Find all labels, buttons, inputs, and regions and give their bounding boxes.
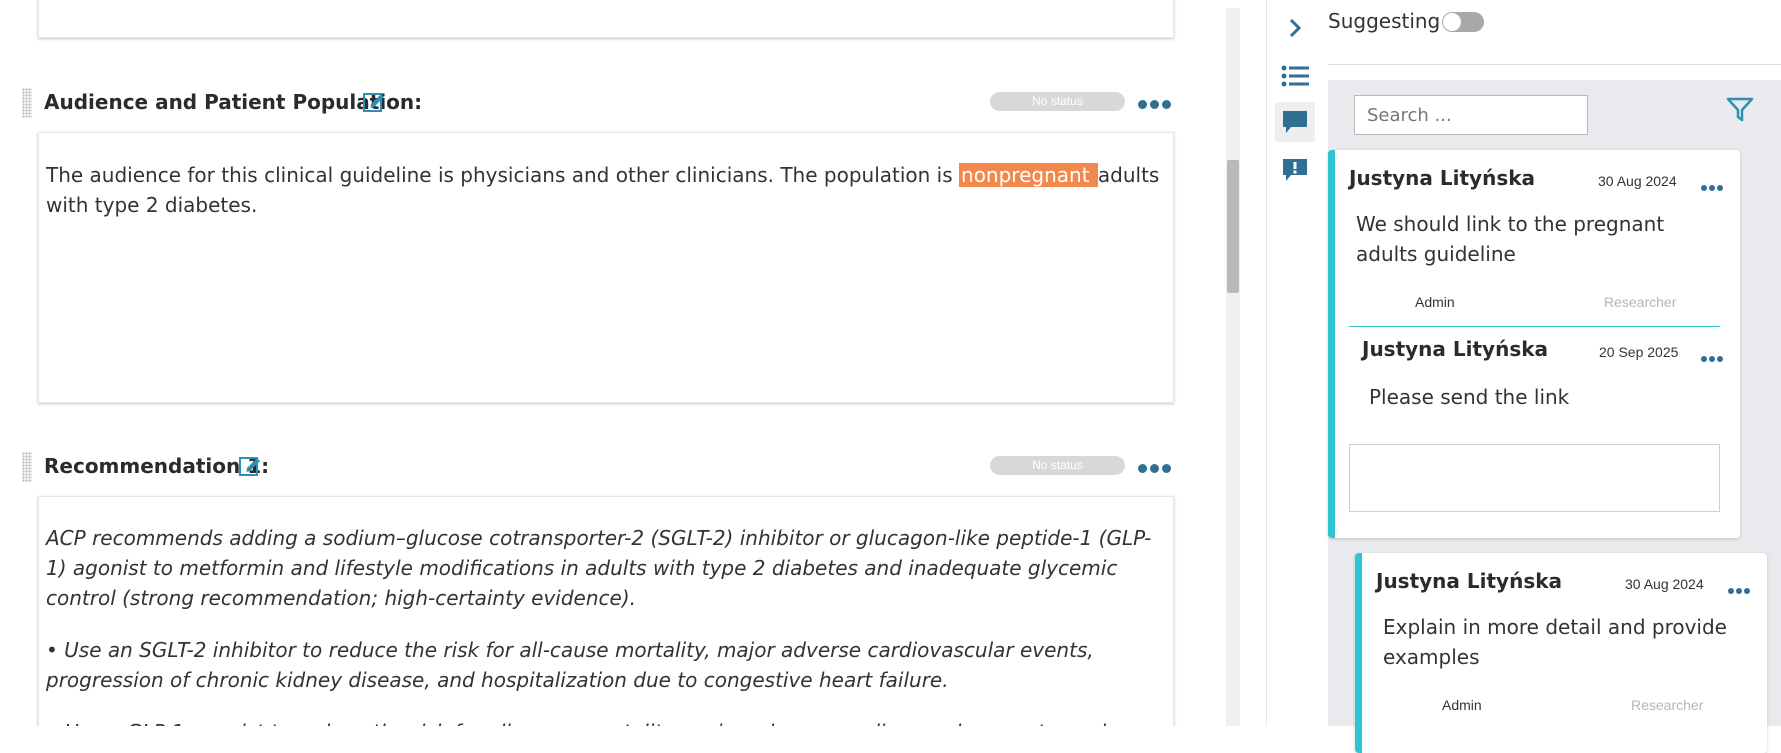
side-rail xyxy=(1266,0,1317,726)
drag-handle-icon[interactable] xyxy=(22,452,32,482)
role-researcher[interactable]: Researcher xyxy=(1604,294,1676,310)
drag-handle-icon[interactable] xyxy=(22,88,32,118)
more-options-icon[interactable] xyxy=(1138,94,1176,110)
section-body-recommendation[interactable]: ACP recommends adding a sodium–glucose c… xyxy=(38,496,1174,726)
filter-icon[interactable] xyxy=(1726,96,1754,124)
editor-main: Audience and Patient Population: No stat… xyxy=(0,0,1226,726)
comment-thread[interactable]: Justyna Lityńska 30 Aug 2024 We should l… xyxy=(1328,150,1740,538)
chevron-right-icon xyxy=(1289,18,1302,38)
section-text[interactable]: The audience for this clinical guideline… xyxy=(39,133,1173,220)
feedback-icon xyxy=(1283,159,1307,181)
section-body-audience[interactable]: The audience for this clinical guideline… xyxy=(38,132,1174,403)
comment-icon xyxy=(1283,111,1307,133)
divider xyxy=(1328,64,1781,65)
previous-section-card[interactable] xyxy=(38,0,1174,38)
comments-button[interactable] xyxy=(1275,102,1315,142)
comment-text: We should link to the pregnant adults gu… xyxy=(1356,212,1665,266)
section-header-audience: Audience and Patient Population: No stat… xyxy=(0,84,1180,120)
paragraph: • Use an SGLT-2 inhibitor to reduce the … xyxy=(46,638,1094,692)
list-icon xyxy=(1281,65,1309,87)
suggesting-toggle[interactable] xyxy=(1442,12,1484,32)
role-admin[interactable]: Admin xyxy=(1415,294,1455,310)
reply-divider xyxy=(1349,326,1720,327)
comment-author: Justyna Lityńska xyxy=(1349,166,1536,190)
section-header-recommendation: Recommendation 1: No status xyxy=(0,448,1180,484)
reply-options-icon[interactable] xyxy=(1701,347,1727,362)
reply-text: Please send the link xyxy=(1369,385,1570,409)
scrollbar-track[interactable] xyxy=(1226,8,1240,726)
outline-button[interactable] xyxy=(1275,56,1315,96)
paragraph: • Use a GLP-1 agonist to reduce the risk… xyxy=(46,717,1163,726)
status-badge[interactable]: No status xyxy=(990,456,1125,475)
comment-text: Explain in more detail and provide examp… xyxy=(1383,615,1727,669)
more-options-icon[interactable] xyxy=(1138,458,1176,474)
edit-icon[interactable] xyxy=(238,454,262,478)
comment-highlight[interactable]: nonpregnant xyxy=(959,163,1098,187)
role-admin[interactable]: Admin xyxy=(1442,697,1482,713)
comment-thread[interactable]: Justyna Lityńska 30 Aug 2024 Explain in … xyxy=(1355,553,1767,753)
role-researcher[interactable]: Researcher xyxy=(1631,697,1703,713)
comment-author: Justyna Lityńska xyxy=(1376,569,1563,593)
comment-date: 30 Aug 2024 xyxy=(1598,173,1677,189)
feedback-button[interactable] xyxy=(1275,150,1315,190)
reply-author: Justyna Lityńska xyxy=(1362,337,1549,361)
comments-panel: Suggesting Justyna Lityńska 30 Aug 2024 … xyxy=(1316,0,1781,753)
suggesting-label: Suggesting xyxy=(1328,9,1441,33)
edit-icon[interactable] xyxy=(362,90,386,114)
comment-date: 30 Aug 2024 xyxy=(1625,576,1704,592)
section-title: Recommendation 1: xyxy=(44,454,270,478)
reply-input[interactable] xyxy=(1349,444,1720,512)
scrollbar-thumb[interactable] xyxy=(1227,160,1239,293)
section-text[interactable]: ACP recommends adding a sodium–glucose c… xyxy=(39,497,1173,726)
text-before-highlight: The audience for this clinical guideline… xyxy=(46,163,960,187)
reply-date: 20 Sep 2025 xyxy=(1599,344,1679,360)
paragraph: ACP recommends adding a sodium–glucose c… xyxy=(46,526,1152,610)
search-input[interactable] xyxy=(1354,95,1588,135)
comment-options-icon[interactable] xyxy=(1701,176,1727,191)
comment-options-icon[interactable] xyxy=(1728,579,1754,594)
collapse-panel-button[interactable] xyxy=(1275,8,1315,48)
status-badge[interactable]: No status xyxy=(990,92,1125,111)
